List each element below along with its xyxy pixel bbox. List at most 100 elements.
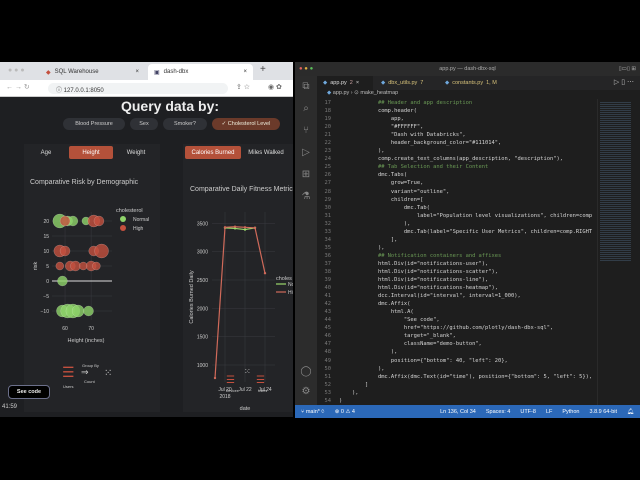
code-line: 19 app, xyxy=(317,115,597,123)
tab-constants-py[interactable]: ◆ constants.py 1, M xyxy=(439,76,509,90)
code-line: 40 html.Div(id="notifications-heatmap"), xyxy=(317,284,597,292)
code-editor[interactable]: 17 ## Header and app description 18 comp.… xyxy=(317,99,597,412)
python-file-icon: ◆ xyxy=(323,80,328,86)
notifications-icon[interactable]: 🔔︎ xyxy=(627,409,634,415)
cursor-position[interactable]: Ln 136, Col 34 xyxy=(440,409,476,415)
branch-name: main* xyxy=(305,408,320,415)
line-number: 46 xyxy=(324,333,332,340)
search-icon[interactable]: ⌕ xyxy=(295,98,317,120)
line-number: 35 xyxy=(324,244,332,251)
line-number: 38 xyxy=(324,268,332,275)
code-line: 51 dmc.Affix(dmc.Text(id="time"), positi… xyxy=(317,373,597,381)
explorer-icon[interactable]: ⧉ xyxy=(295,76,317,98)
breadcrumb-file[interactable]: app.py xyxy=(333,90,350,96)
line-point xyxy=(263,272,267,275)
y-axis-label: Calories Burned Daily xyxy=(189,270,195,323)
code-text: dmc.Affix(dmc.Text(id="time"), position=… xyxy=(339,373,593,380)
line-number: 33 xyxy=(324,228,332,235)
tab-label: app.py xyxy=(330,80,347,86)
close-icon[interactable]: × xyxy=(356,80,359,86)
python-file-icon: ◆ xyxy=(381,80,386,86)
scatter-point-high xyxy=(55,261,65,271)
code-text: "#FFFFFF", xyxy=(339,124,424,131)
chart-icon: ⁙ xyxy=(244,367,251,376)
interpreter-status[interactable]: 3.8.9 64-bit xyxy=(589,409,617,415)
scatter-point-high xyxy=(94,243,109,259)
branch-status[interactable]: ⑂ main* ⟳ xyxy=(301,409,325,415)
browser-window: ● ● ● ◆ SQL Warehouse × ▣ dash-dbx × + ← → ↻… xyxy=(0,62,293,417)
code-line: 27 grow=True, xyxy=(317,179,597,187)
y-tick-label: 5 xyxy=(46,264,49,270)
code-line: 54) xyxy=(317,397,597,405)
code-line: 30 dmc.Tab( xyxy=(317,204,597,212)
line-point xyxy=(253,226,257,230)
line-number: 17 xyxy=(324,100,332,106)
see-code-button[interactable]: See code xyxy=(8,385,50,399)
problems-status[interactable]: ⊗ 0 ⚠ 4 xyxy=(335,409,355,415)
code-line: 31 label="Population level visualization… xyxy=(317,212,597,220)
line-number: 36 xyxy=(324,252,332,259)
code-line: 32 ), xyxy=(317,220,597,228)
code-text: "Dash with Databricks", xyxy=(339,132,466,139)
tab-badge: 1, M xyxy=(486,80,497,86)
breadcrumb-symbol[interactable]: make_heatmap xyxy=(360,90,398,96)
code-line: 36 ## Notification containers and affixe… xyxy=(317,252,597,260)
y-tick-label: 3000 xyxy=(197,250,208,256)
line-point xyxy=(233,225,237,228)
line-number: 29 xyxy=(324,196,332,203)
code-text: app, xyxy=(339,116,404,123)
x-tick-label: 60 xyxy=(62,326,68,332)
line-number: 51 xyxy=(324,373,332,380)
line-number: 20 xyxy=(324,124,332,131)
y-tick-label: 10 xyxy=(43,249,49,255)
scatter-point-normal xyxy=(71,304,85,318)
indentation-status[interactable]: Spaces: 4 xyxy=(486,409,510,415)
legend-entry: Normal xyxy=(288,282,293,288)
legend-title: choles xyxy=(276,276,292,282)
line-number: 37 xyxy=(324,260,332,267)
run-debug-icon[interactable]: ▷ xyxy=(295,142,317,164)
line-number: 26 xyxy=(324,172,332,179)
run-split-more-icons[interactable]: ▷ ▯ ⋯ xyxy=(614,78,634,86)
code-line: 38 html.Div(id="notifications-scatter"), xyxy=(317,268,597,276)
layout-icons[interactable]: ▯▭▯ ⊞ xyxy=(619,62,636,76)
code-text: label="Population level visualizations",… xyxy=(339,212,593,219)
code-line: 24 comp.create_text_columns(app_descript… xyxy=(317,155,597,163)
code-text: html.Div(id="notifications-heatmap"), xyxy=(339,285,499,292)
eol-status[interactable]: LF xyxy=(546,409,552,415)
code-text: ## Header and app description xyxy=(339,100,473,106)
code-text: dcc.Interval(id="interval", interval=1_0… xyxy=(339,293,521,300)
status-bar: ⑂ main* ⟳ ⊗ 0 ⚠ 4 Ln 136, Col 34 Spaces:… xyxy=(295,405,640,418)
account-icon[interactable]: ◯ xyxy=(295,361,317,383)
code-text: position={"bottom": 40, "left": 20}, xyxy=(339,357,508,364)
code-line: 45 href="https://github.com/plotly/dash-… xyxy=(317,324,597,332)
testing-icon[interactable]: ⚗ xyxy=(295,186,317,208)
line-number: 52 xyxy=(324,381,332,388)
line-number: 47 xyxy=(324,341,332,348)
scatter-point-high xyxy=(92,261,101,271)
encoding-status[interactable]: UTF-8 xyxy=(520,409,536,415)
code-text: ), xyxy=(339,244,385,251)
language-status[interactable]: Python xyxy=(562,409,579,415)
code-text: target="_blank", xyxy=(339,333,456,340)
tab-app-py[interactable]: ◆ app.py 2 × xyxy=(317,76,373,90)
tab-dbx-utils-py[interactable]: ◆ dbx_utils.py 7 xyxy=(375,76,437,90)
code-line: 20 "#FFFFFF", xyxy=(317,123,597,131)
code-line: 41 dcc.Interval(id="interval", interval=… xyxy=(317,292,597,300)
code-line: 28 variant="outline", xyxy=(317,188,597,196)
code-line: 23 ), xyxy=(317,147,597,155)
line-number: 39 xyxy=(324,277,332,284)
extensions-icon[interactable]: ⊞ xyxy=(295,164,317,186)
source-control-icon[interactable]: ⑂ xyxy=(295,120,317,142)
code-text: ), xyxy=(339,365,385,372)
code-line: 17 ## Header and app description xyxy=(317,99,597,107)
scatter-point-high xyxy=(59,215,71,227)
gear-icon[interactable]: ⚙ xyxy=(295,381,317,403)
minimap[interactable] xyxy=(597,99,633,405)
code-text: grow=True, xyxy=(339,180,424,187)
window-controls[interactable]: ● ● ● xyxy=(299,62,313,76)
line-point xyxy=(223,226,227,229)
code-line: 46 target="_blank", xyxy=(317,332,597,340)
code-text: dmc.Tab(label="Specific User Metrics", c… xyxy=(339,228,593,235)
code-line: 37 html.Div(id="notifications-user"), xyxy=(317,260,597,268)
